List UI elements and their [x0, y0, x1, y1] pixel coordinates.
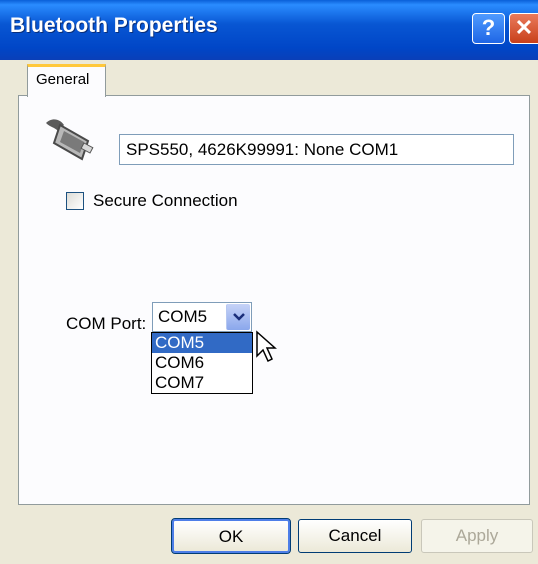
device-name-field[interactable]: SPS550, 4626K99991: None COM1 — [119, 134, 514, 165]
cancel-button[interactable]: Cancel — [298, 519, 412, 553]
com-port-option[interactable]: COM5 — [152, 333, 252, 353]
chevron-down-icon — [233, 313, 245, 321]
title-bar[interactable]: Bluetooth Properties ? ✕ — [0, 0, 538, 60]
com-port-option[interactable]: COM7 — [152, 373, 252, 393]
tab-general[interactable]: General — [27, 64, 106, 97]
serial-port-icon — [46, 119, 94, 161]
help-button[interactable]: ? — [472, 13, 505, 44]
com-port-select[interactable]: COM5 — [152, 302, 252, 332]
secure-connection-checkbox[interactable] — [66, 192, 84, 210]
window-title: Bluetooth Properties — [10, 14, 218, 37]
ok-button[interactable]: OK — [171, 518, 291, 554]
help-icon: ? — [481, 15, 496, 40]
com-port-label: COM Port: — [66, 314, 147, 333]
mouse-cursor-icon — [256, 330, 277, 363]
dropdown-arrow-button[interactable] — [226, 304, 250, 330]
close-button[interactable]: ✕ — [509, 13, 538, 44]
close-icon: ✕ — [514, 15, 534, 40]
secure-connection-label: Secure Connection — [93, 191, 238, 210]
com-port-dropdown-list: COM5 COM6 COM7 — [151, 332, 253, 394]
apply-button[interactable]: Apply — [421, 519, 533, 553]
tab-general-label: General — [36, 71, 90, 88]
com-port-option[interactable]: COM6 — [152, 353, 252, 373]
com-port-selected-value: COM5 — [158, 307, 208, 326]
bluetooth-properties-dialog: Bluetooth Properties ? ✕ General SPS550,… — [0, 0, 538, 564]
